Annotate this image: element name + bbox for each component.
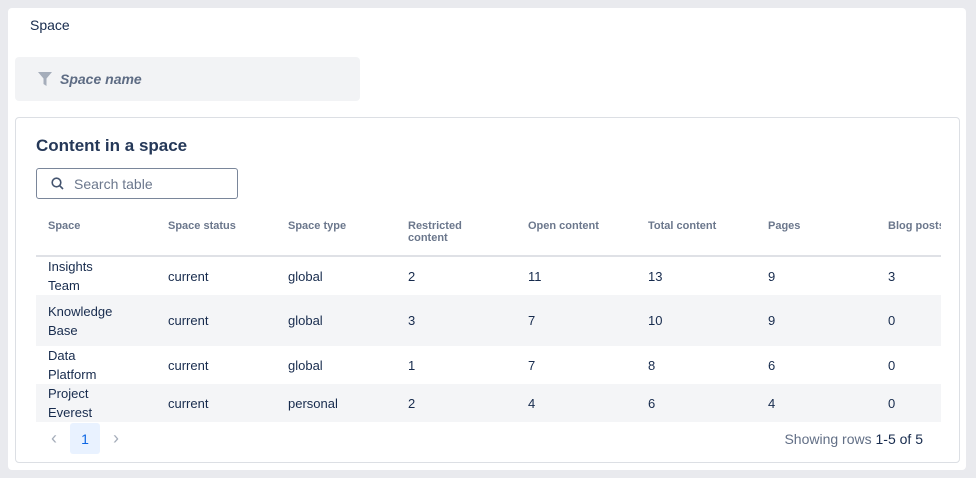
table-cell: 6 <box>768 357 776 373</box>
card-title: Content in a space <box>36 136 188 155</box>
column-header[interactable]: Restricted content <box>396 214 516 257</box>
table-cell: 4 <box>756 384 876 422</box>
table-cell: global <box>276 295 396 346</box>
table-cell: 9 <box>756 295 876 346</box>
table-cell: 3 <box>888 268 896 284</box>
table-cell: current <box>168 268 209 284</box>
table-cell: current <box>168 357 209 373</box>
table-row: Project Everest current personal 2 4 6 4 0 <box>36 384 941 422</box>
search-input[interactable] <box>74 175 224 192</box>
table-cell: 0 <box>876 384 941 422</box>
column-header[interactable]: Space <box>36 214 156 257</box>
table-cell: current <box>156 295 276 346</box>
table-cell: 0 <box>876 295 941 346</box>
table-cell: 9 <box>768 268 776 284</box>
report-panel: Space Space name Content in a space Spac… <box>8 8 966 470</box>
table-cell: 7 <box>516 295 636 346</box>
filter-label: Space <box>30 17 70 33</box>
table-cell: global <box>288 357 323 373</box>
table-cell: Project Everest <box>36 384 156 422</box>
table-cell: global <box>288 268 323 284</box>
table-cell: 8 <box>648 357 656 373</box>
column-header[interactable]: Total content <box>636 214 756 257</box>
status-prefix: Showing rows <box>784 431 876 447</box>
page-1-button[interactable]: 1 <box>70 423 100 454</box>
pagination: ‹ 1 › <box>44 423 126 454</box>
column-header[interactable]: Open content <box>516 214 636 257</box>
table-cell: 7 <box>528 357 536 373</box>
table-cell: 0 <box>888 357 896 373</box>
column-header[interactable]: Space status <box>156 214 276 257</box>
table-row: Data Platform current global 1 7 8 6 0 <box>36 346 941 384</box>
table-cell: personal <box>276 384 396 422</box>
content-table-wrapper[interactable]: Space Space status Space type Restricted co… <box>36 214 941 422</box>
filter-icon <box>38 72 52 86</box>
content-table: Space Space status Space type Restricted co… <box>36 214 941 422</box>
table-cell: 3 <box>396 295 516 346</box>
table-cell: 10 <box>636 295 756 346</box>
table-cell: 13 <box>648 268 663 284</box>
rows-status: Showing rows 1-5 of 5 <box>784 431 923 447</box>
next-page-button[interactable]: › <box>106 428 126 449</box>
search-box[interactable] <box>36 168 238 199</box>
table-row: Knowledge Base current global 3 7 10 9 0 <box>36 295 941 346</box>
column-header[interactable]: Blog posts <box>876 214 941 257</box>
table-cell: 6 <box>636 384 756 422</box>
prev-page-button[interactable]: ‹ <box>44 428 64 449</box>
search-icon <box>51 177 64 190</box>
table-cell: Knowledge Base <box>36 295 156 346</box>
table-row: Insights Team current global 2 11 13 9 3 <box>36 256 941 295</box>
filter-placeholder: Space name <box>60 71 142 87</box>
table-cell: Insights Team <box>48 259 93 293</box>
table-cell: 4 <box>516 384 636 422</box>
column-header[interactable]: Pages <box>756 214 876 257</box>
table-cell: Data Platform <box>48 348 97 382</box>
content-card: Content in a space SpaceSpace statusSpac… <box>15 117 960 463</box>
table-cell: 1 <box>408 357 416 373</box>
table-cell: 11 <box>528 268 542 284</box>
status-range: 1-5 of 5 <box>875 431 923 447</box>
space-name-filter[interactable]: Space name <box>15 57 360 101</box>
table-cell: 2 <box>396 384 516 422</box>
table-cell: 2 <box>408 268 416 284</box>
table-cell: current <box>156 384 276 422</box>
column-header[interactable]: Space type <box>276 214 396 257</box>
